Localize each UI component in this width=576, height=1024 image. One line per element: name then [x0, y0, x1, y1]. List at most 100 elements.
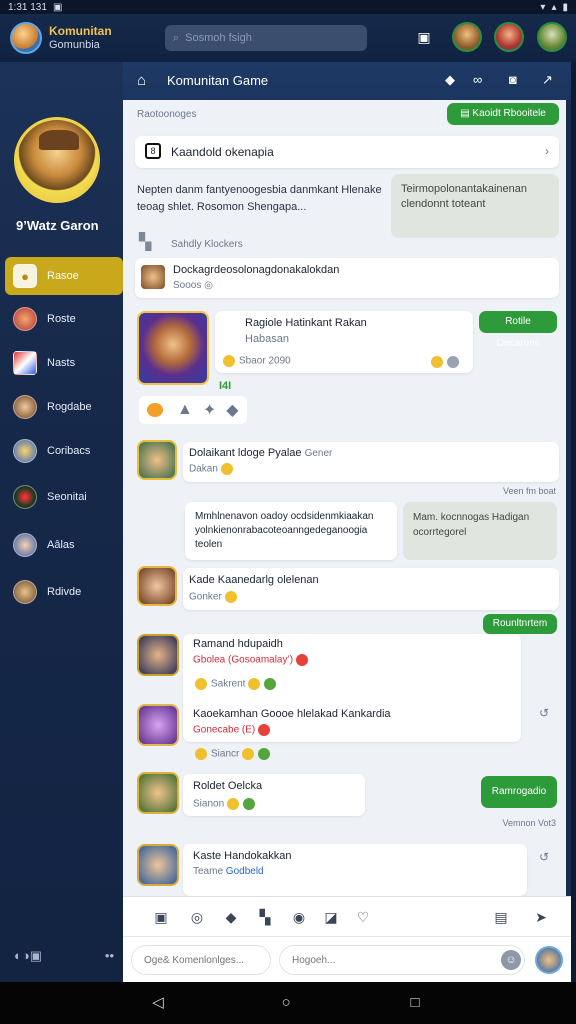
sidebar-item-rasoe[interactable]: ● Rasoe [5, 257, 123, 295]
message-avatar[interactable] [137, 772, 179, 814]
reply-icon[interactable]: ↺ [539, 850, 549, 864]
note-card-2[interactable]: Mam. kocnnogas Hadigan ocorrtegorel [403, 502, 557, 560]
avatar-3[interactable] [537, 22, 567, 52]
sidebar-item-roste[interactable]: Roste [5, 300, 123, 338]
fire-icon[interactable] [147, 403, 163, 417]
hero-avatar[interactable] [14, 117, 100, 203]
comment-row: ☺ [123, 936, 571, 982]
back-icon[interactable]: ◁ [146, 991, 170, 1015]
featured-thumb[interactable] [137, 311, 209, 385]
expand-icon[interactable]: ↗ [542, 72, 553, 88]
message-avatar[interactable] [137, 566, 177, 606]
featured-card[interactable]: Ragiole Hatinkant Rakan Habasan Sbaor 20… [215, 311, 473, 373]
flag-icon [13, 351, 37, 375]
user-avatar[interactable] [535, 946, 563, 974]
search-placeholder: Sosmoh fsigh [185, 32, 252, 44]
message-avatar[interactable] [137, 440, 177, 480]
sidebar-item-rdivde[interactable]: Rdivde [5, 573, 123, 611]
system-navbar: ◁ ○ □ [0, 982, 576, 1024]
message-avatar[interactable] [137, 634, 179, 676]
puzzle-icon[interactable]: ▚ [255, 907, 275, 927]
device-icon[interactable]: ▣ [414, 27, 434, 47]
message-meta: Dakan [189, 463, 237, 475]
shield-icon[interactable]: ◆ [221, 907, 241, 927]
featured-subtitle: Habasan [245, 333, 290, 345]
featured-reactions [431, 353, 463, 371]
doc-icon: ▤ [460, 108, 473, 119]
user-icon: ● [13, 264, 37, 288]
recents-icon[interactable]: □ [403, 991, 427, 1015]
message-card[interactable]: Dolaikant ldoge Pyalae Gener Dakan [183, 442, 559, 482]
notice-card[interactable]: Dockagrdeosolonagdonakalokdan Sooos ◎ [135, 258, 559, 298]
hero-icon [13, 485, 37, 509]
sidebar-item-label: Aâlas [47, 539, 75, 551]
message-title: Kaste Handokakkan [193, 850, 292, 862]
sidebar-item-aalas[interactable]: Aâlas [5, 526, 123, 564]
top-search-field[interactable]: ⌕ Sosmoh fsigh [165, 25, 367, 51]
reaction-bar: ▲ ✦ ◆ [139, 396, 247, 424]
logo-icon: 8 [145, 143, 161, 159]
sidebar-item-label: Coribacs [47, 445, 91, 457]
target-icon[interactable]: ◉ [289, 907, 309, 927]
message-title: Roldet Oelcka [193, 780, 263, 792]
sidebar-item-label: Rdivde [47, 586, 82, 598]
sidebar-item-rogdabe[interactable]: Rogdabe [5, 388, 123, 426]
avatar-2[interactable] [494, 22, 524, 52]
heart-icon[interactable]: ♡ [353, 907, 373, 927]
send-icon[interactable]: ➤ [531, 907, 551, 927]
sidebar-item-nasts[interactable]: Nasts [5, 344, 123, 382]
home-button-icon[interactable]: ○ [274, 991, 298, 1015]
sidebar-item-seonitai[interactable]: Seonitai [5, 478, 123, 516]
gamepad-icon[interactable]: ◆ [445, 72, 455, 88]
sim-icon: ▣ [52, 1, 63, 13]
link-card[interactable]: 8 Kaandold okenapia › [135, 136, 559, 168]
sidebar-item-label: Rasoe [47, 270, 79, 282]
search-input[interactable] [279, 945, 525, 975]
pill-button-mid[interactable]: Rounltnrtem [483, 614, 557, 634]
status-bar: 1:31 131 ▣ ▾ ▴ ▮ [0, 0, 576, 14]
sidebar-item-label: Rogdabe [47, 401, 92, 413]
message-text-card[interactable]: Mmhlnenavon oadoy ocdsidenmkiaakan yolnk… [185, 502, 397, 560]
pill-button-lower[interactable]: Ramrogadio [481, 776, 557, 808]
inbox-icon[interactable]: ▣ [151, 907, 171, 927]
section-label: Raotoonoges [137, 109, 197, 120]
emoji-icon[interactable]: ☺ [501, 950, 521, 970]
app-logo[interactable] [10, 22, 42, 54]
message-title: Dolaikant ldoge Pyalae Gener [189, 447, 333, 459]
notice-avatar [141, 265, 165, 289]
comment-input[interactable] [131, 945, 271, 975]
sidebar-item-label: Roste [47, 313, 76, 325]
reply-icon[interactable]: ↺ [539, 706, 549, 720]
chart-icon[interactable]: ◪ [321, 907, 341, 927]
chat-icon[interactable]: ∞ [473, 72, 482, 87]
controller-icon[interactable]: ◐◑▣ [14, 948, 42, 964]
main-panel: ⌂ Komunitan Game ◆ ∞ ◙ ↗ Raotoonoges ▤ K… [123, 62, 571, 982]
featured-stats: Sbaor 2090 [223, 355, 291, 367]
app-subtitle: Gomunbia [49, 39, 100, 51]
shield-icon[interactable]: ◆ [226, 400, 238, 420]
app-title: Komunitan [49, 24, 112, 38]
like-icon[interactable]: ▲ [177, 401, 193, 419]
message-avatar[interactable] [137, 844, 179, 886]
keyboard-icon[interactable]: ▤ [491, 907, 511, 927]
more-icon[interactable]: •• [105, 948, 114, 964]
notice-title: Dockagrdeosolonagdonakalokdan [173, 264, 340, 276]
message-card[interactable]: Kade Kaanedarlg olelenan Gonker [183, 568, 559, 610]
message-card[interactable]: Roldet Oelcka Sianon [183, 774, 365, 816]
hero-icon [13, 533, 37, 557]
refresh-icon[interactable]: ◎ [187, 907, 207, 927]
hero-icon [13, 395, 37, 419]
share-icon[interactable]: ✦ [203, 400, 216, 420]
page-title: Komunitan Game [167, 73, 269, 88]
message-meta: Sakrent [195, 678, 280, 690]
battery-icon: ▮ [562, 1, 568, 13]
camera-icon[interactable]: ◙ [509, 72, 517, 87]
home-icon[interactable]: ⌂ [137, 72, 146, 89]
sidebar-item-coribacs[interactable]: Coribacs [5, 432, 123, 470]
avatar-1[interactable] [452, 22, 482, 52]
message-avatar[interactable] [137, 704, 179, 746]
main-header: ⌂ Komunitan Game ◆ ∞ ◙ ↗ [123, 62, 571, 100]
clock: 1:31 131 [8, 1, 47, 13]
pill-button-top[interactable]: ▤ Kaoidt Rbooitele [447, 103, 559, 125]
featured-pill-button[interactable]: Rotile Oecarons [479, 311, 557, 349]
